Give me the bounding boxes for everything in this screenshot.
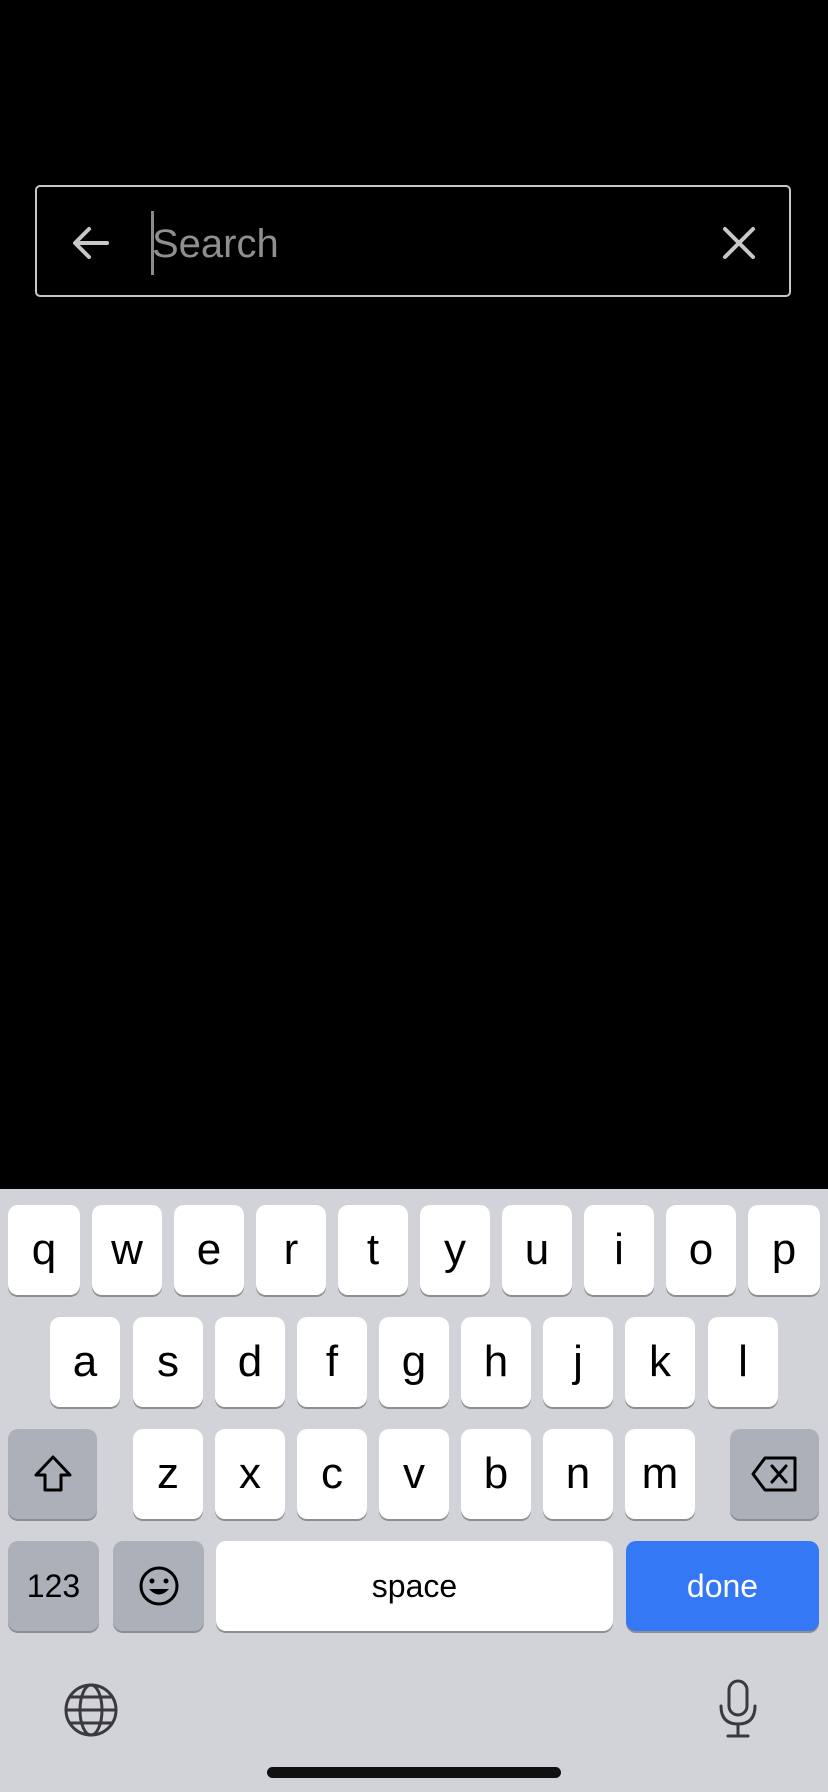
key-i[interactable]: i: [584, 1205, 654, 1295]
key-s[interactable]: s: [133, 1317, 203, 1407]
key-c[interactable]: c: [297, 1429, 367, 1519]
home-indicator: [267, 1767, 561, 1778]
key-z[interactable]: z: [133, 1429, 203, 1519]
search-bar: [35, 185, 791, 297]
key-a[interactable]: a: [50, 1317, 120, 1407]
key-d[interactable]: d: [215, 1317, 285, 1407]
done-key[interactable]: done: [626, 1541, 819, 1631]
key-u[interactable]: u: [502, 1205, 572, 1295]
key-o[interactable]: o: [666, 1205, 736, 1295]
key-h[interactable]: h: [461, 1317, 531, 1407]
clear-search-button[interactable]: [709, 213, 769, 273]
key-r[interactable]: r: [256, 1205, 326, 1295]
key-n[interactable]: n: [543, 1429, 613, 1519]
shift-icon: [34, 1455, 71, 1492]
emoji-icon: [139, 1566, 178, 1606]
key-x[interactable]: x: [215, 1429, 285, 1519]
globe-icon: [64, 1683, 118, 1737]
shift-key[interactable]: [8, 1429, 97, 1519]
search-input[interactable]: [150, 205, 714, 283]
numbers-key[interactable]: 123: [8, 1541, 99, 1631]
key-p[interactable]: p: [748, 1205, 820, 1295]
key-y[interactable]: y: [420, 1205, 490, 1295]
key-w[interactable]: w: [92, 1205, 162, 1295]
key-b[interactable]: b: [461, 1429, 531, 1519]
key-g[interactable]: g: [379, 1317, 449, 1407]
key-k[interactable]: k: [625, 1317, 695, 1407]
key-v[interactable]: v: [379, 1429, 449, 1519]
key-m[interactable]: m: [625, 1429, 695, 1519]
keyboard: q w e r t y u i o p a s d f g h j k l z …: [0, 1189, 828, 1792]
key-l[interactable]: l: [708, 1317, 778, 1407]
key-f[interactable]: f: [297, 1317, 367, 1407]
backspace-icon: [751, 1456, 796, 1492]
globe-button[interactable]: [56, 1675, 126, 1745]
key-t[interactable]: t: [338, 1205, 408, 1295]
backspace-key[interactable]: [730, 1429, 819, 1519]
microphone-icon: [719, 1679, 757, 1738]
key-j[interactable]: j: [543, 1317, 613, 1407]
back-button[interactable]: [61, 213, 121, 273]
microphone-button[interactable]: [703, 1675, 773, 1745]
space-key[interactable]: space: [216, 1541, 613, 1631]
key-e[interactable]: e: [174, 1205, 244, 1295]
key-q[interactable]: q: [8, 1205, 80, 1295]
close-icon: [723, 227, 755, 259]
emoji-key[interactable]: [113, 1541, 204, 1631]
arrow-left-icon: [73, 227, 109, 259]
